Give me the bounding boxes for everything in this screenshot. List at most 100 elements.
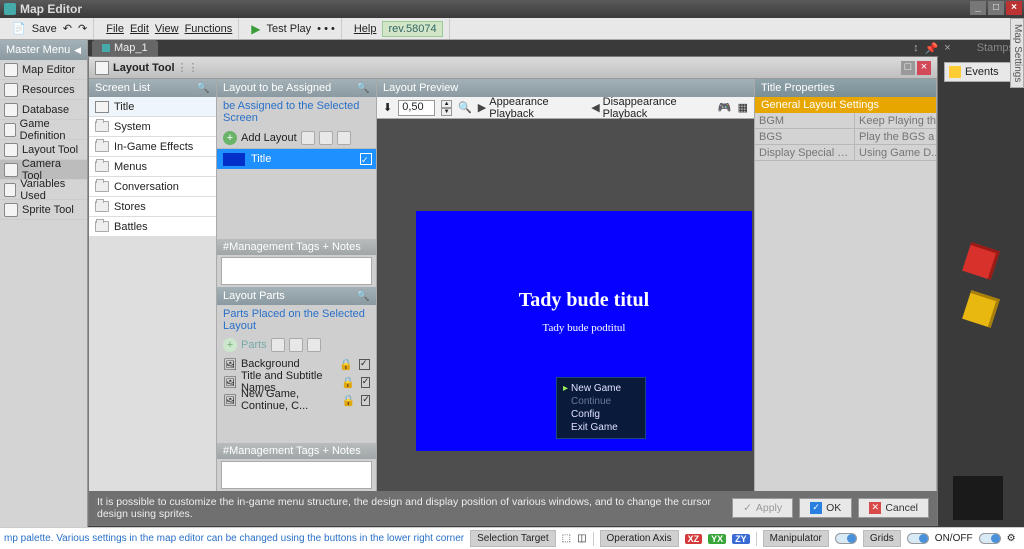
menu-file[interactable]: File [106,23,124,35]
grids-label: Grids [863,530,901,547]
app-icon [4,3,16,15]
master-menu: Master Menu ◀ Map Editor Resources Datab… [0,40,88,529]
disappearance-playback-button[interactable]: ◀Disappearance Playback [591,96,712,120]
screen-item-title[interactable]: Title [89,97,216,117]
maximize-button[interactable]: □ [988,1,1004,15]
target-icon[interactable]: ⬚ [562,533,571,544]
map-settings-tab[interactable]: Map Settings [1010,18,1024,88]
master-item-label: Game Definition [20,118,83,142]
parts-link[interactable]: Parts Placed on the Selected Layout [217,305,376,335]
manipulator-toggle[interactable] [835,533,857,544]
grids-toggle[interactable] [907,533,929,544]
menu-dots[interactable]: • • • [317,23,335,35]
dark-cube-gizmo[interactable] [953,476,1003,520]
screen-folder-conversation[interactable]: Conversation [89,177,216,197]
master-item-game-definition[interactable]: Game Definition [0,120,87,140]
paste-icon[interactable] [319,131,333,145]
events-button[interactable]: Events [944,62,1018,82]
paste-icon[interactable] [289,338,303,352]
prop-display-format[interactable]: Display Special Format f...Using Game D.… [755,145,936,161]
undo-icon[interactable]: ↶ [63,22,72,35]
props-category[interactable]: General Layout Settings [755,97,936,113]
image-icon: 🖼 [223,358,237,371]
zoom-input[interactable]: 0,50 [398,100,435,116]
folder-icon [95,161,109,172]
add-layout-button[interactable]: Add Layout [241,132,297,144]
menu-save[interactable]: Save [32,23,57,35]
delete-icon[interactable] [307,338,321,352]
checkbox[interactable] [359,359,370,370]
zoom-icon[interactable]: 🔍 [458,101,472,114]
assign-link[interactable]: be Assigned to the Selected Screen [217,97,376,127]
prop-bgm[interactable]: BGMKeep Playing th→ [755,113,936,129]
tab-nav-icon[interactable]: ↕ [913,42,919,55]
screen-folder-ingame-effects[interactable]: In-Game Effects [89,137,216,157]
prop-bgs[interactable]: BGSPlay the BGS a→ [755,129,936,145]
grid-icon[interactable]: ▦ [738,101,748,114]
notes-input-2[interactable] [221,461,372,489]
master-item-resources[interactable]: Resources [0,80,87,100]
layout-tool-dialog: Layout Tool ⋮⋮ □ × Screen List🔍 Title Sy… [88,56,938,526]
close-button[interactable]: × [1006,1,1022,15]
checkbox[interactable] [361,395,370,406]
menu-view[interactable]: View [155,23,179,35]
onoff-toggle[interactable] [979,533,1001,544]
check-icon[interactable] [360,153,372,165]
red-cube-gizmo[interactable] [962,242,1000,280]
device-icon[interactable]: 🎮 [718,101,732,114]
tab-pin-icon[interactable]: 📌 [925,42,939,55]
title-icon [95,101,109,113]
screen-folder-stores[interactable]: Stores [89,197,216,217]
menu-help[interactable]: Help [354,23,377,35]
camera-tool-icon [4,163,18,177]
master-item-map-editor[interactable]: Map Editor [0,60,87,80]
target-icon-2[interactable]: ◫ [577,533,586,544]
dialog-close-button[interactable]: × [917,61,931,75]
search-icon[interactable]: 🔍 [196,79,210,97]
export-icon[interactable]: ⬇ [383,101,392,114]
delete-icon[interactable] [337,131,351,145]
dialog-max-button[interactable]: □ [901,61,915,75]
folder-icon [95,221,109,232]
axis-zy-button[interactable]: ZY [732,534,750,544]
zoom-spinner[interactable]: ▲▼ [441,100,452,116]
image-icon: 🖼 [223,394,237,407]
search-icon[interactable]: 🔍 [356,287,370,305]
lock-icon[interactable]: 🔒 [341,376,355,389]
menu-functions[interactable]: Functions [185,23,233,35]
search-icon[interactable]: 🔍 [356,79,370,97]
apply-button[interactable]: ✓Apply [732,498,793,518]
lock-icon[interactable]: 🔒 [342,394,356,407]
axis-yx-button[interactable]: YX [708,534,726,544]
screen-folder-menus[interactable]: Menus [89,157,216,177]
notes-input-1[interactable] [221,257,372,285]
part-newgame-continue[interactable]: 🖼New Game, Continue, C...🔒 [217,391,376,409]
master-menu-title: Master Menu [6,40,70,60]
copy-icon[interactable] [301,131,315,145]
tab-close-icon[interactable]: × [944,42,950,55]
copy-icon[interactable] [271,338,285,352]
preview-viewport[interactable]: Tady bude titul Tady bude podtitul ▸New … [377,119,754,491]
screen-folder-system[interactable]: System [89,117,216,137]
yellow-cube-gizmo[interactable] [962,290,1000,328]
cancel-button[interactable]: ✕Cancel [858,498,929,518]
chevron-left-icon[interactable]: ◀ [74,40,81,60]
menu-testplay[interactable]: Test Play [267,23,312,35]
screen-folder-battles[interactable]: Battles [89,217,216,237]
axis-xz-button[interactable]: XZ [685,534,703,544]
menu-edit[interactable]: Edit [130,23,149,35]
redo-icon[interactable]: ↷ [78,22,87,35]
ok-button[interactable]: ✓OK [799,498,852,518]
master-item-sprite-tool[interactable]: Sprite Tool [0,200,87,220]
lock-icon[interactable]: 🔒 [339,358,353,371]
master-item-variables-used[interactable]: Variables Used [0,180,87,200]
dialog-titlebar: Layout Tool ⋮⋮ □ × [89,57,937,79]
gear-icon[interactable]: ⚙ [1007,533,1016,544]
tab-map1[interactable]: Map_1 [92,40,158,56]
appearance-playback-button[interactable]: ▶Appearance Playback [478,96,585,120]
minimize-button[interactable]: _ [970,1,986,15]
layout-item-title[interactable]: Title [217,149,376,169]
map-icon [102,44,110,52]
checkbox[interactable] [361,377,370,388]
add-parts-button[interactable]: Parts [241,339,267,351]
